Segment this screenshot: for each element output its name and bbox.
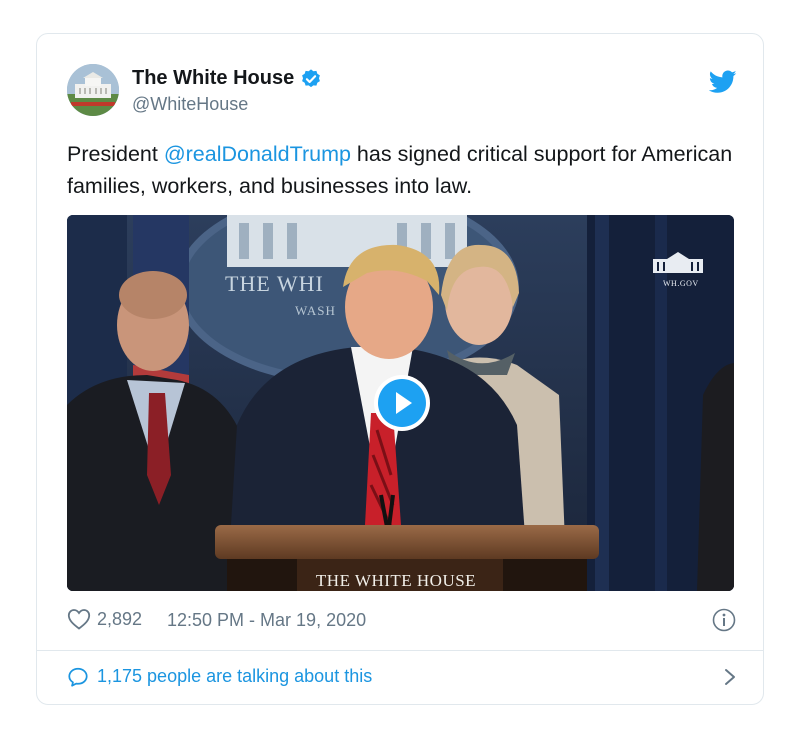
tweet-meta-row: 2,892 12:50 PM - Mar 19, 2020 (67, 606, 737, 636)
heart-icon (67, 609, 91, 630)
seal-text-top: THE WHI (225, 271, 324, 296)
like-button[interactable]: 2,892 (67, 608, 142, 630)
tweet-header: The White House @WhiteHouse (67, 64, 737, 118)
play-icon (378, 379, 426, 427)
play-button[interactable] (374, 375, 430, 431)
twitter-bird-icon[interactable] (709, 70, 737, 94)
chevron-right-icon (725, 669, 735, 685)
display-name[interactable]: The White House (132, 67, 294, 90)
wh-gov-logo-label: WH.GOV (663, 279, 699, 288)
conversation-label: 1,175 people are talking about this (97, 666, 373, 686)
speech-bubble-icon (68, 667, 88, 687)
divider (37, 650, 763, 651)
tweet-text-before: President (67, 142, 164, 166)
white-house-avatar-image (67, 64, 119, 116)
tweet-text: President @realDonaldTrump has signed cr… (67, 138, 737, 202)
video-player[interactable]: THE WHI WASH WH.GOV THE WHITE HOUSE (67, 215, 734, 591)
author-names: The White House @WhiteHouse (132, 67, 322, 115)
mention-link[interactable]: @realDonaldTrump (164, 142, 351, 166)
display-name-row: The White House (132, 67, 322, 90)
tweet-timestamp[interactable]: 12:50 PM - Mar 19, 2020 (167, 610, 366, 631)
conversation-link[interactable]: 1,175 people are talking about this (67, 662, 737, 692)
info-icon[interactable] (711, 607, 737, 633)
seal-text-bottom: WASH (295, 303, 336, 318)
like-count: 2,892 (97, 608, 143, 629)
tweet-card: The White House @WhiteHouse President @r… (36, 33, 764, 705)
user-handle[interactable]: @WhiteHouse (132, 94, 322, 115)
avatar[interactable] (67, 64, 119, 116)
verified-badge-icon (302, 68, 321, 87)
podium-label: THE WHITE HOUSE (315, 571, 477, 590)
